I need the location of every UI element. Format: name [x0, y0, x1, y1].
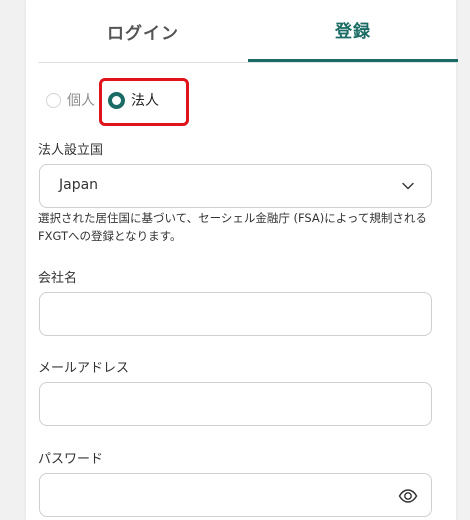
radio-individual-label: 個人 — [67, 93, 95, 109]
country-label: 法人設立国 — [38, 143, 104, 158]
eye-icon[interactable] — [398, 486, 418, 506]
tab-register[interactable]: 登録 — [248, 0, 458, 62]
account-type-radio-group: 個人 法人 — [46, 90, 159, 110]
radio-individual[interactable]: 個人 — [46, 90, 95, 110]
password-label: パスワード — [38, 452, 104, 467]
company-name-input[interactable] — [39, 292, 432, 336]
country-select[interactable]: Japan — [39, 164, 432, 208]
chevron-down-icon — [402, 182, 414, 190]
country-select-value: Japan — [59, 177, 99, 193]
radio-individual-circle[interactable] — [46, 92, 61, 108]
auth-tabs: ログイン 登録 — [38, 0, 458, 63]
radio-corporate-label: 法人 — [131, 93, 159, 109]
registration-panel: ログイン 登録 個人 法人 法人設立国 Japan 選択された居住国に基づいて、… — [26, 0, 458, 520]
tab-login[interactable]: ログイン — [38, 0, 248, 62]
password-input[interactable] — [39, 473, 432, 517]
email-input[interactable] — [39, 382, 432, 426]
radio-corporate[interactable]: 法人 — [108, 90, 159, 110]
email-label: メールアドレス — [38, 361, 130, 376]
radio-corporate-circle[interactable] — [108, 91, 125, 109]
company-name-label: 会社名 — [38, 271, 78, 286]
regulation-note: 選択された居住国に基づいて、セーシェル金融庁 (FSA)によって規制されるFXG… — [38, 211, 427, 243]
